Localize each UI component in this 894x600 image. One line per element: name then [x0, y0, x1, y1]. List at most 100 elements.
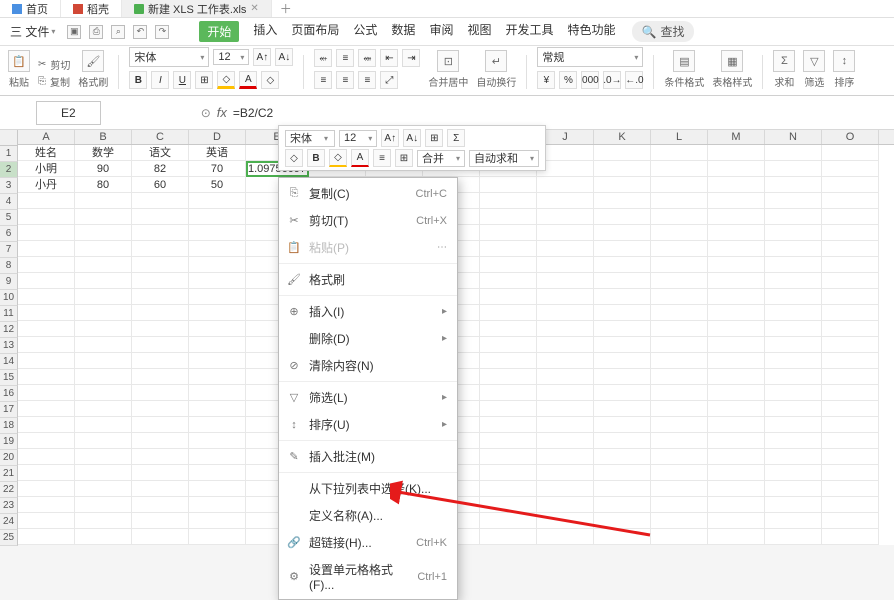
- cell[interactable]: [651, 209, 708, 225]
- cell[interactable]: [594, 161, 651, 177]
- cell[interactable]: [18, 209, 75, 225]
- mini-fill-icon[interactable]: ◇: [329, 149, 347, 167]
- orientation-icon[interactable]: ⤢: [380, 71, 398, 89]
- ribbon-special[interactable]: 特色功能: [567, 21, 615, 42]
- row-header-24[interactable]: 24: [0, 514, 18, 530]
- cell[interactable]: [651, 225, 708, 241]
- font-color-button[interactable]: A: [239, 71, 257, 89]
- cell[interactable]: [75, 209, 132, 225]
- cell[interactable]: [822, 193, 879, 209]
- ribbon-view[interactable]: 视图: [467, 21, 491, 42]
- cell[interactable]: [708, 465, 765, 481]
- cell[interactable]: [708, 177, 765, 193]
- cell[interactable]: [651, 353, 708, 369]
- cell[interactable]: [189, 289, 246, 305]
- cell[interactable]: [651, 289, 708, 305]
- row-header-18[interactable]: 18: [0, 418, 18, 434]
- row-header-23[interactable]: 23: [0, 498, 18, 514]
- col-header-N[interactable]: N: [765, 130, 822, 144]
- mini-align-icon[interactable]: ≡: [373, 149, 391, 167]
- mini-format-icon[interactable]: ◇: [285, 149, 303, 167]
- cell[interactable]: [18, 257, 75, 273]
- cell[interactable]: [189, 225, 246, 241]
- italic-button[interactable]: I: [151, 71, 169, 89]
- cell[interactable]: [537, 497, 594, 513]
- cell[interactable]: [537, 481, 594, 497]
- cell[interactable]: [765, 337, 822, 353]
- cell[interactable]: [537, 369, 594, 385]
- cell[interactable]: [822, 177, 879, 193]
- font-name-select[interactable]: 宋体▾: [129, 47, 209, 67]
- cell[interactable]: [594, 321, 651, 337]
- cell[interactable]: [651, 145, 708, 161]
- zoom-icon[interactable]: ⊙: [201, 106, 211, 120]
- ribbon-start[interactable]: 开始: [199, 21, 239, 42]
- cell[interactable]: [822, 161, 879, 177]
- cell[interactable]: [651, 273, 708, 289]
- cell[interactable]: [75, 433, 132, 449]
- row-header-12[interactable]: 12: [0, 322, 18, 338]
- cell[interactable]: [651, 161, 708, 177]
- cell[interactable]: [594, 465, 651, 481]
- cell-D2[interactable]: 70: [189, 161, 246, 177]
- cell[interactable]: [18, 193, 75, 209]
- name-box[interactable]: E2: [36, 101, 101, 125]
- cell[interactable]: [708, 369, 765, 385]
- cell[interactable]: [189, 305, 246, 321]
- cell[interactable]: [189, 369, 246, 385]
- decrease-font-icon[interactable]: A↓: [275, 48, 293, 66]
- cell[interactable]: [594, 529, 651, 545]
- indent-left-icon[interactable]: ⇤: [380, 49, 398, 67]
- cell[interactable]: [708, 529, 765, 545]
- cell[interactable]: [708, 449, 765, 465]
- cell[interactable]: [189, 321, 246, 337]
- cell-A3[interactable]: 小丹: [18, 177, 75, 193]
- cell[interactable]: [75, 353, 132, 369]
- col-header-M[interactable]: M: [708, 130, 765, 144]
- mini-font-color-icon[interactable]: A: [351, 149, 369, 167]
- col-header-K[interactable]: K: [594, 130, 651, 144]
- cm-copy[interactable]: ⎘复制(C)Ctrl+C: [279, 180, 457, 207]
- cell[interactable]: [594, 449, 651, 465]
- cell[interactable]: [18, 513, 75, 529]
- cell[interactable]: [537, 257, 594, 273]
- cell[interactable]: [480, 289, 537, 305]
- cell[interactable]: [132, 337, 189, 353]
- cell-D1[interactable]: 英语: [189, 145, 246, 161]
- cm-cut[interactable]: ✂剪切(T)Ctrl+X: [279, 207, 457, 234]
- cell[interactable]: [18, 417, 75, 433]
- cell[interactable]: [75, 289, 132, 305]
- cell[interactable]: [18, 465, 75, 481]
- align-left-icon[interactable]: ≡: [314, 71, 332, 89]
- cell[interactable]: [594, 177, 651, 193]
- cell[interactable]: [132, 257, 189, 273]
- cell[interactable]: [765, 145, 822, 161]
- cell[interactable]: [822, 513, 879, 529]
- row-header-20[interactable]: 20: [0, 450, 18, 466]
- table-style[interactable]: ▦ 表格样式: [712, 50, 752, 89]
- cell[interactable]: [651, 497, 708, 513]
- cell[interactable]: [18, 337, 75, 353]
- cell[interactable]: [765, 289, 822, 305]
- row-header-2[interactable]: 2: [0, 162, 18, 178]
- cell[interactable]: [18, 305, 75, 321]
- dec-decimal-icon[interactable]: ←.0: [625, 71, 643, 89]
- cell[interactable]: [594, 513, 651, 529]
- cell[interactable]: [822, 273, 879, 289]
- cm-clear[interactable]: ⊘清除内容(N): [279, 352, 457, 379]
- mini-font-select[interactable]: 宋体▾: [285, 130, 335, 147]
- cell[interactable]: [480, 209, 537, 225]
- row-header-14[interactable]: 14: [0, 354, 18, 370]
- cell[interactable]: [708, 513, 765, 529]
- cell[interactable]: [822, 305, 879, 321]
- cell[interactable]: [189, 273, 246, 289]
- cell[interactable]: [822, 241, 879, 257]
- cell[interactable]: [132, 417, 189, 433]
- cell[interactable]: [132, 369, 189, 385]
- cell[interactable]: [822, 449, 879, 465]
- row-header-16[interactable]: 16: [0, 386, 18, 402]
- cell[interactable]: [594, 337, 651, 353]
- cell[interactable]: [189, 529, 246, 545]
- undo-icon[interactable]: ↶: [133, 25, 147, 39]
- cell[interactable]: [765, 497, 822, 513]
